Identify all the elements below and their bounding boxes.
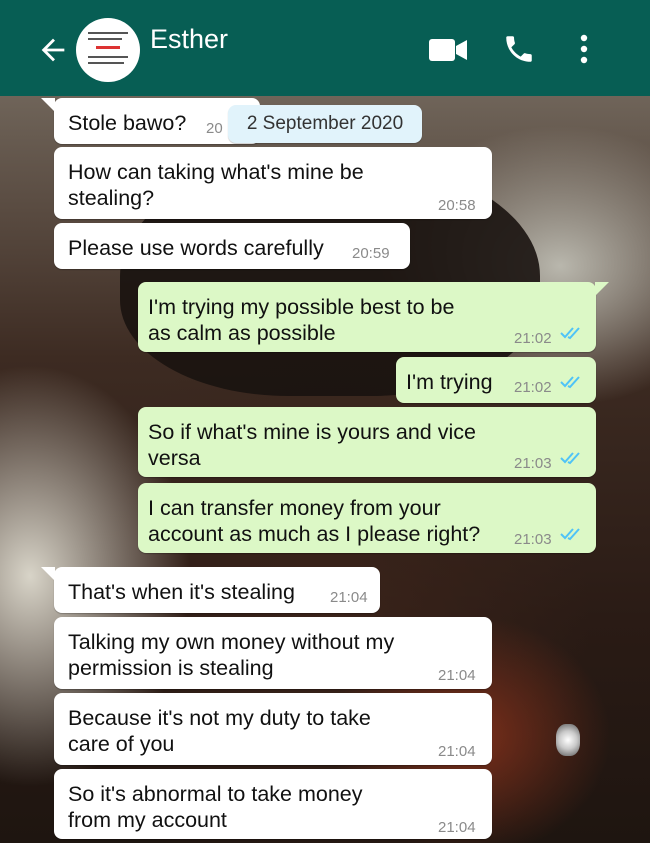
more-vert-icon[interactable] [574,32,594,66]
message-text: Talking my own money without my permissio… [68,630,395,680]
message-text: So if what's mine is yours and vice versa [148,420,476,470]
message-text: So it's abnormal to take money from my ac… [68,782,363,832]
message-bubble[interactable]: Because it's not my duty to take care of … [54,693,492,765]
message-bubble[interactable]: That's when it's stealing 21:04 [41,567,380,613]
avatar[interactable] [76,18,140,82]
read-ticks-icon [560,376,580,389]
message-time: 21:03 [514,531,552,548]
wallpaper-earring [556,724,580,756]
phone-icon[interactable] [502,32,536,66]
read-ticks-icon [560,327,580,340]
message-text: I can transfer money from your account as… [148,496,481,546]
contact-name[interactable]: Esther [150,24,228,55]
read-ticks-icon [560,528,580,541]
message-text: I'm trying my possible best to be as calm… [148,295,455,345]
message-text: Because it's not my duty to take care of … [68,706,371,756]
message-time: 20:58 [438,197,476,214]
message-time: 21:04 [330,589,368,606]
message-bubble[interactable]: So it's abnormal to take money from my ac… [54,769,492,839]
message-time: 21:02 [514,379,552,396]
message-bubble[interactable]: Talking my own money without my permissio… [54,617,492,689]
message-time: 21:03 [514,455,552,472]
message-bubble[interactable]: I'm trying 21:02 [396,357,596,403]
message-time: 21:02 [514,330,552,347]
message-time: 21:04 [438,819,476,836]
message-bubble[interactable]: I can transfer money from your account as… [138,483,596,553]
message-bubble[interactable]: So if what's mine is yours and vice versa… [138,407,596,477]
video-call-icon[interactable] [428,37,468,63]
message-text: How can taking what's mine be stealing? [68,160,364,210]
message-text: That's when it's stealing [68,580,295,604]
back-arrow-icon[interactable] [36,33,70,67]
message-bubble[interactable]: How can taking what's mine be stealing? 2… [54,147,492,219]
message-bubble[interactable]: Please use words carefully 20:59 [54,223,410,269]
chat-header: Esther [0,0,650,96]
message-bubble[interactable]: I'm trying my possible best to be as calm… [138,282,609,352]
message-time: 21:04 [438,743,476,760]
message-text: I'm trying [406,370,493,394]
message-time: 21:04 [438,667,476,684]
read-ticks-icon [560,452,580,465]
date-separator: 2 September 2020 [228,105,422,143]
message-time: 20 [206,120,223,137]
message-text: Please use words carefully [68,236,324,260]
message-time: 20:59 [352,245,390,262]
message-text: Stole bawo? [68,111,187,135]
